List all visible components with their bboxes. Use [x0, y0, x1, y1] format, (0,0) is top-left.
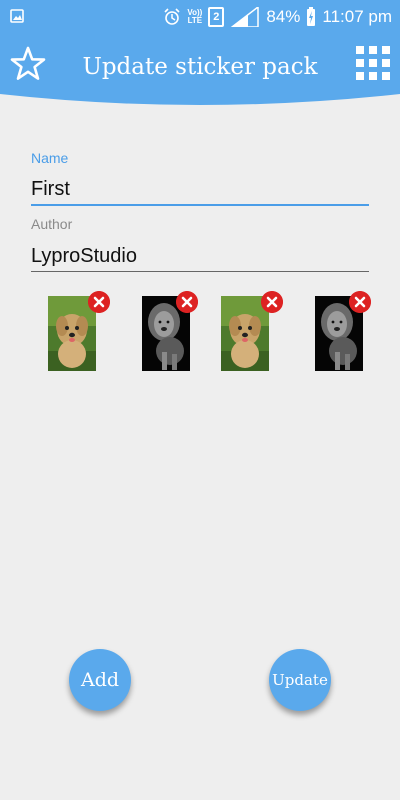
sticker-item[interactable]	[48, 291, 110, 373]
sticker-item[interactable]	[142, 291, 204, 373]
app-header: Update sticker pack	[0, 34, 400, 100]
volte-bottom: LTE	[187, 16, 203, 25]
sticker-item[interactable]	[315, 291, 377, 373]
delete-sticker-icon[interactable]	[261, 291, 283, 313]
sticker-item[interactable]	[221, 291, 283, 373]
name-field-underline	[31, 204, 369, 206]
author-field[interactable]	[31, 241, 369, 271]
sim-indicator: 2	[208, 7, 225, 27]
delete-sticker-icon[interactable]	[349, 291, 371, 313]
page-title: Update sticker pack	[82, 54, 318, 80]
add-button[interactable]: Add	[69, 649, 131, 711]
signal-strength-icon	[231, 7, 260, 27]
author-label: Author	[31, 216, 73, 232]
grid-menu-icon[interactable]	[356, 46, 390, 80]
battery-charging-icon	[307, 7, 316, 26]
name-field[interactable]	[31, 174, 369, 204]
delete-sticker-icon[interactable]	[176, 291, 198, 313]
alarm-icon	[164, 8, 180, 25]
status-time: 11:07 pm	[322, 7, 392, 26]
delete-sticker-icon[interactable]	[88, 291, 110, 313]
update-button[interactable]: Update	[269, 649, 331, 711]
battery-percent: 84%	[266, 7, 301, 26]
status-bar: Vo)) LTE 2 84% 11:07 pm	[0, 0, 400, 34]
volte-indicator: Vo)) LTE	[187, 9, 202, 25]
name-label: Name	[31, 150, 69, 166]
gallery-notification-icon	[10, 9, 24, 23]
author-field-underline	[31, 271, 369, 272]
